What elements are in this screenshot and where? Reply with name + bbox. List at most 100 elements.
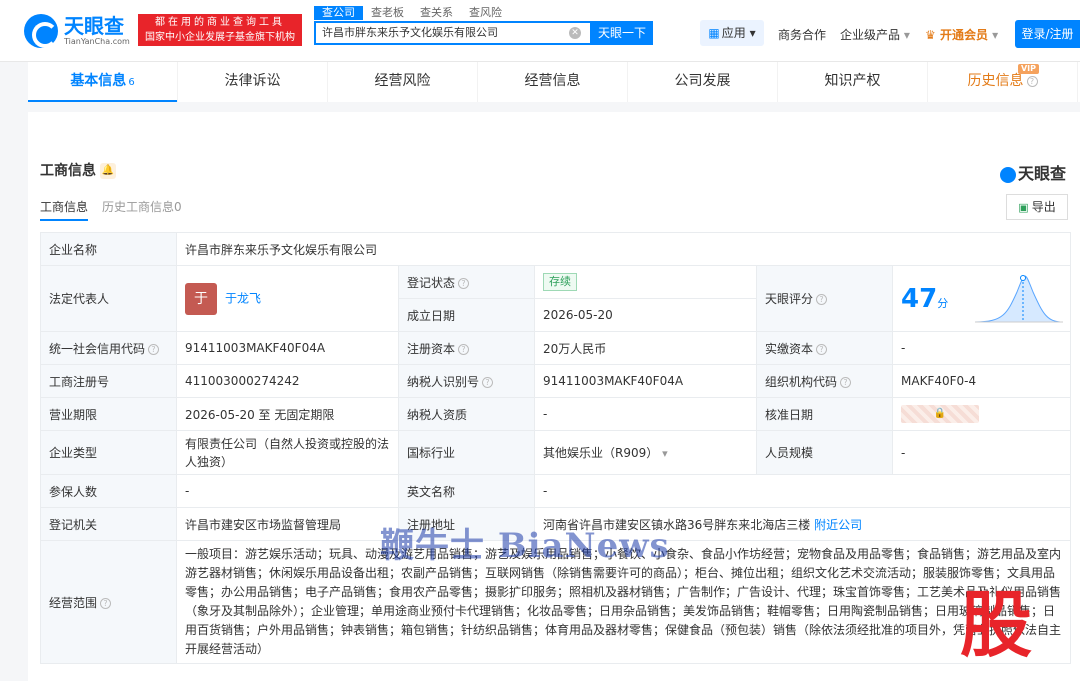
value-found-date: 2026-05-20 — [534, 298, 757, 332]
label-credit-code: 统一社会信用代码? — [40, 331, 177, 365]
enterprise-menu[interactable]: 企业级产品 ▾ — [840, 26, 910, 43]
vip-menu[interactable]: ♛ 开通会员 ▾ — [925, 26, 998, 43]
subtab-business-info[interactable]: 工商信息 — [40, 198, 89, 221]
bianews-watermark: 鞭牛士 BiaNews — [380, 526, 670, 566]
value-taxpayer-qual: - — [534, 397, 757, 431]
help-icon[interactable]: ? — [840, 376, 852, 388]
label-reg-capital: 注册资本? — [398, 331, 535, 365]
business-link[interactable]: 商务合作 — [778, 26, 826, 43]
nearby-companies-link[interactable]: 附近公司 — [814, 518, 862, 532]
search-input[interactable]: 许昌市胖东来乐予文化娱乐有限公司 — [314, 21, 592, 45]
export-button[interactable]: ▣ 导出 — [1006, 194, 1068, 220]
label-paid-capital: 实缴资本? — [756, 331, 893, 365]
value-taxpayer-id: 91411003MAKF40F04A — [534, 364, 757, 398]
help-icon[interactable]: ? — [458, 343, 470, 355]
grid-icon: ▦ — [708, 26, 720, 40]
label-text: 天眼评分 — [765, 292, 814, 306]
business-info-table: 企业名称 许昌市胖东来乐予文化娱乐有限公司 法定代表人 于于龙飞 登记状态? 存… — [40, 232, 1072, 664]
excel-icon: ▣ — [1018, 201, 1029, 214]
apps-label: 应用 — [721, 26, 746, 40]
help-icon[interactable]: ? — [148, 343, 160, 355]
logo-title: 天眼查 — [64, 14, 124, 38]
tab-development[interactable]: 公司发展 — [628, 62, 778, 102]
vip-badge: VIP — [1017, 64, 1039, 74]
tab-legal[interactable]: 法律诉讼 — [178, 62, 328, 102]
tab-count: 6 — [128, 77, 135, 88]
avatar: 于 — [185, 282, 217, 315]
export-label: 导出 — [1031, 200, 1056, 214]
enterprise-label: 企业级产品 — [840, 28, 901, 42]
label-text: 组织机构代码 — [765, 374, 838, 389]
help-icon[interactable]: ? — [816, 343, 828, 355]
tab-risk[interactable]: 经营风险 — [328, 62, 478, 102]
label-insured: 参保人数 — [40, 474, 177, 508]
value-score[interactable]: 47分 — [891, 265, 1072, 332]
help-icon[interactable]: ? — [100, 597, 112, 609]
help-icon[interactable]: ? — [482, 376, 494, 388]
value-type: 有限责任公司（自然人投资或控股的法人独资） — [176, 430, 399, 475]
label-taxpayer-qual: 纳税人资质 — [398, 397, 535, 431]
slogan-line2: 国家中小企业发展子基金旗下机构 — [145, 32, 295, 43]
label-found-date: 成立日期 — [398, 298, 535, 332]
section-title: 工商信息 🔔 — [40, 160, 116, 180]
business-info-card: 工商信息 🔔 天眼查 工商信息 历史工商信息0 ▣ 导出 企业名称 许昌市胖东来乐予… — [28, 112, 1080, 681]
brand-text: 天眼查 — [1018, 164, 1067, 183]
score-number: 47 — [901, 283, 938, 314]
value-approve-date[interactable]: 🔒 — [891, 397, 1072, 431]
status-badge: 存续 — [543, 273, 577, 291]
logo[interactable]: 天眼查 TianYanCha.com — [24, 14, 130, 48]
slogan-banner: 都在用的商业查询工具 国家中小企业发展子基金旗下机构 — [138, 14, 302, 46]
bell-icon[interactable]: 🔔 — [100, 163, 116, 179]
chevron-down-icon: ▾ — [903, 28, 910, 42]
label-scope: 经营范围? — [40, 540, 177, 664]
chevron-down-icon: ▾ — [992, 28, 999, 42]
label-text: 登记状态 — [407, 275, 456, 290]
search-button[interactable]: 天眼一下 — [591, 21, 653, 45]
value-legal-rep: 于于龙飞 — [176, 265, 399, 332]
search-tab-boss[interactable]: 查老板 — [363, 6, 412, 20]
subtab-history-business-info[interactable]: 历史工商信息0 — [102, 198, 182, 221]
value-en-name: - — [533, 474, 1072, 508]
help-icon[interactable]: ? — [458, 277, 470, 289]
apps-menu-button[interactable]: ▦ 应用 ▾ — [700, 20, 764, 46]
label-company-name: 企业名称 — [40, 232, 177, 266]
tab-ip[interactable]: 知识产权 — [778, 62, 928, 102]
label-text: 纳税人识别号 — [407, 374, 480, 389]
label-text: 注册资本 — [407, 341, 456, 356]
search-tab-risk[interactable]: 查风险 — [461, 6, 510, 20]
label-org-code: 组织机构代码? — [756, 364, 893, 398]
tab-operation[interactable]: 经营信息 — [478, 62, 628, 102]
value-insured: - — [176, 474, 399, 508]
label-score: 天眼评分? — [756, 265, 893, 332]
login-button[interactable]: 登录/注册 — [1015, 20, 1080, 48]
label-reg-no: 工商注册号 — [40, 364, 177, 398]
search-tab-company[interactable]: 查公司 — [314, 6, 363, 20]
label-approve-date: 核准日期 — [756, 397, 893, 431]
tab-label: 基本信息 — [70, 73, 127, 89]
value-paid-capital: - — [891, 331, 1072, 365]
clear-icon[interactable]: ✕ — [569, 27, 581, 39]
label-text: 实缴资本 — [765, 341, 814, 356]
value-authority: 许昌市建安区市场监督管理局 — [176, 507, 399, 541]
label-reg-status: 登记状态? — [398, 265, 535, 299]
tab-history[interactable]: 历史信息? VIP — [928, 62, 1078, 102]
value-reg-capital: 20万人民币 — [534, 331, 757, 365]
legal-rep-link[interactable]: 于龙飞 — [225, 291, 261, 305]
help-icon[interactable]: ? — [816, 294, 828, 305]
label-staff: 人员规模 — [756, 430, 893, 475]
label-type: 企业类型 — [40, 430, 177, 475]
section-title-text: 工商信息 — [40, 163, 96, 179]
label-term: 营业期限 — [40, 397, 177, 431]
lock-icon[interactable]: 🔒 — [901, 405, 979, 423]
label-text: 经营范围 — [49, 595, 98, 610]
tianyancha-logo-icon — [1000, 166, 1016, 183]
label-en-name: 英文名称 — [398, 474, 535, 508]
vip-label: 开通会员 — [939, 28, 988, 42]
tab-basic-info[interactable]: 基本信息 6 — [28, 62, 178, 102]
brand-watermark: 天眼查 — [1000, 160, 1066, 184]
search-tab-relation[interactable]: 查关系 — [412, 6, 461, 20]
value-org-code: MAKF40F0-4 — [891, 364, 1072, 398]
value-industry[interactable]: 其他娱乐业（R909） ▾ — [534, 430, 757, 475]
top-header: 天眼查 TianYanCha.com 都在用的商业查询工具 国家中小企业发展子基… — [0, 0, 1080, 62]
score-unit: 分 — [937, 296, 949, 310]
